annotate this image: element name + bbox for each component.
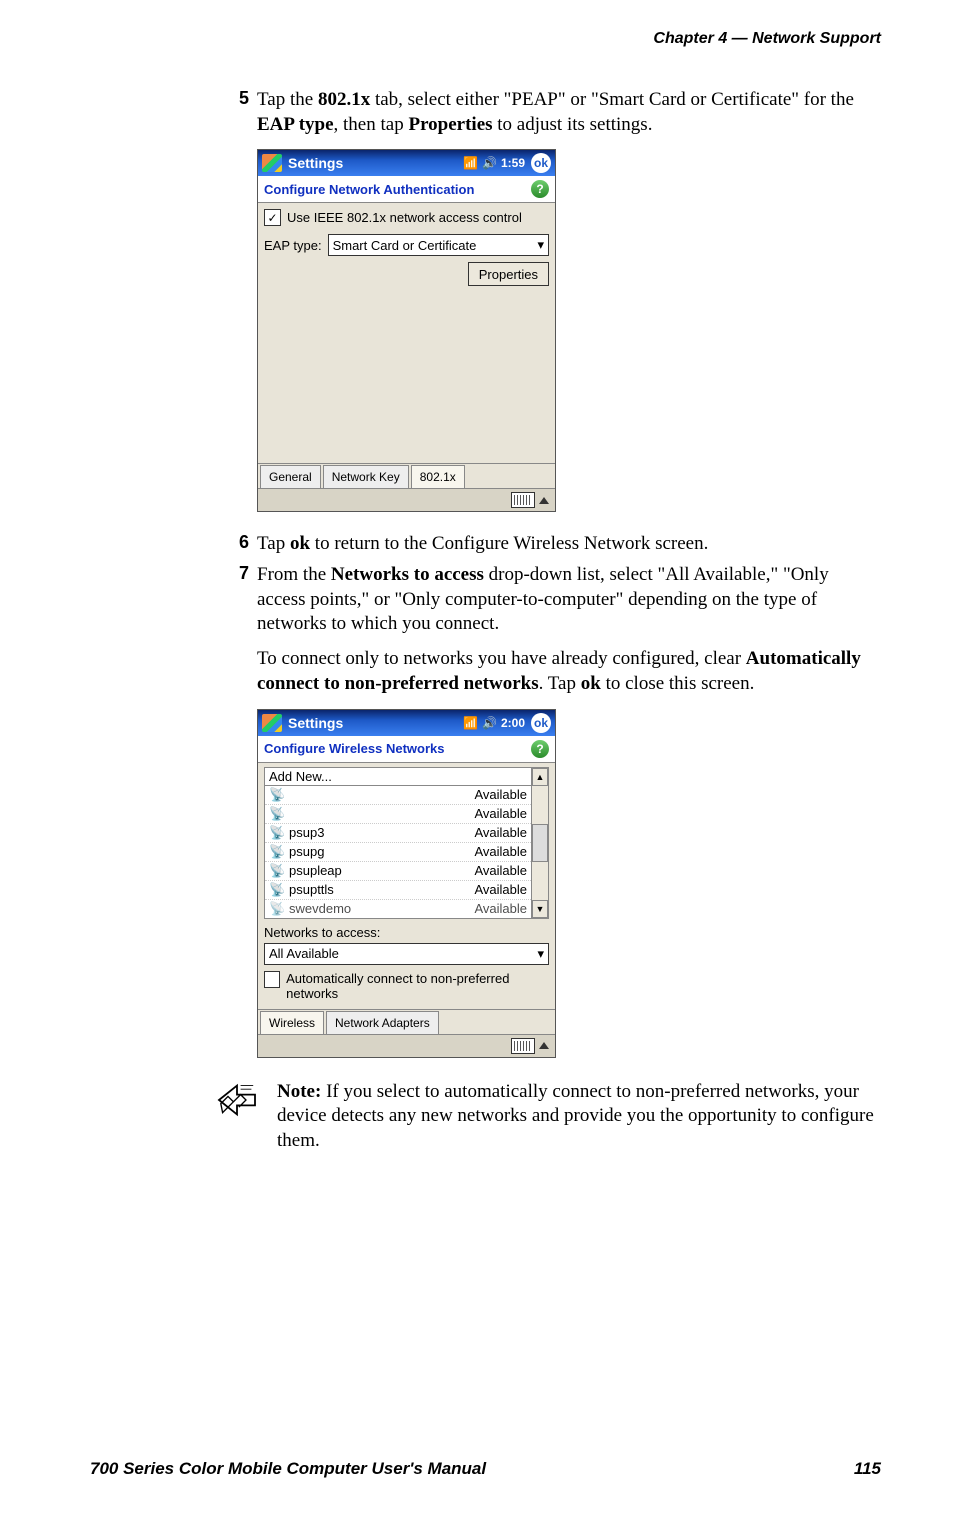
list-item[interactable]: 📡psupgAvailable: [265, 843, 531, 862]
help-icon[interactable]: ?: [531, 180, 549, 198]
scrollbar[interactable]: ▲ ▼: [531, 768, 548, 918]
help-icon[interactable]: ?: [531, 740, 549, 758]
speaker-icon: 🔊: [482, 716, 497, 730]
auto-connect-checkbox[interactable]: [264, 971, 280, 988]
antenna-icon: 📡: [269, 787, 281, 803]
auto-connect-row: Automatically connect to non-preferred n…: [264, 971, 549, 1001]
step-text: Tap ok to return to the Configure Wirele…: [257, 532, 708, 557]
eap-type-label: EAP type:: [264, 238, 322, 253]
tab-general[interactable]: General: [260, 465, 321, 488]
instruction-steps: 5 Tap the 802.1x tab, select either "PEA…: [225, 88, 881, 1058]
eap-type-select[interactable]: Smart Card or Certificate ▾: [328, 234, 549, 256]
networks-to-access-select[interactable]: All Available ▾: [264, 943, 549, 965]
keyboard-icon[interactable]: [511, 1038, 535, 1054]
antenna-icon: 📡: [269, 901, 281, 917]
antenna-icon: 📡: [269, 882, 281, 898]
ieee-checkbox-label: Use IEEE 802.1x network access control: [287, 210, 522, 225]
window-title: Settings: [288, 715, 457, 731]
antenna-icon: 📡: [269, 863, 281, 879]
tab-network-adapters[interactable]: Network Adapters: [326, 1011, 439, 1034]
status-icons: 📶 🔊 1:59: [463, 156, 525, 170]
page-number: 115: [854, 1459, 881, 1479]
networks-to-access-label: Networks to access:: [264, 925, 549, 940]
input-panel-bar: [258, 1034, 555, 1057]
ppc-window: Settings 📶 🔊 2:00 ok Configure Wireless …: [257, 709, 556, 1058]
step-text: Tap the 802.1x tab, select either "PEAP"…: [257, 88, 881, 137]
list-item[interactable]: 📡swevdemoAvailable: [265, 900, 531, 918]
ieee-checkbox[interactable]: ✓: [264, 209, 281, 226]
ieee-checkbox-row: ✓ Use IEEE 802.1x network access control: [264, 209, 549, 226]
scroll-thumb[interactable]: [532, 824, 548, 862]
list-item[interactable]: 📡Available: [265, 805, 531, 824]
step-text: From the Networks to access drop-down li…: [257, 563, 881, 696]
input-panel-bar: [258, 488, 555, 511]
step-number: 6: [225, 532, 257, 557]
clock: 1:59: [501, 156, 525, 170]
footer-title: 700 Series Color Mobile Computer User's …: [90, 1459, 486, 1479]
note-icon: [215, 1080, 259, 1154]
window-titlebar: Settings 📶 🔊 1:59 ok: [258, 150, 555, 176]
eap-type-row: EAP type: Smart Card or Certificate ▾: [264, 234, 549, 256]
ok-button[interactable]: ok: [531, 713, 551, 733]
bottom-tabs: General Network Key 802.1x: [258, 463, 555, 488]
tab-network-key[interactable]: Network Key: [323, 465, 409, 488]
antenna-icon: 📡: [269, 844, 281, 860]
chevron-down-icon: ▾: [537, 237, 544, 253]
window-title: Settings: [288, 155, 457, 171]
screenshot-802-1x: Settings 📶 🔊 1:59 ok Configure Network A…: [257, 149, 881, 512]
input-selector-icon[interactable]: [539, 497, 549, 504]
note: Note: If you select to automatically con…: [215, 1080, 881, 1154]
tab-wireless[interactable]: Wireless: [260, 1011, 324, 1034]
step-6: 6 Tap ok to return to the Configure Wire…: [225, 532, 881, 557]
screen-subtitle: Configure Wireless Networks ?: [258, 736, 555, 763]
list-item[interactable]: 📡psup3Available: [265, 824, 531, 843]
wireless-body: Add New... 📡Available 📡Available 📡psup3A…: [258, 763, 555, 1009]
list-item[interactable]: 📡Available: [265, 786, 531, 805]
chevron-down-icon: ▾: [537, 946, 544, 962]
properties-button[interactable]: Properties: [468, 262, 549, 286]
ppc-window: Settings 📶 🔊 1:59 ok Configure Network A…: [257, 149, 556, 512]
input-selector-icon[interactable]: [539, 1042, 549, 1049]
step-number: 5: [225, 88, 257, 137]
list-item[interactable]: 📡psupleapAvailable: [265, 862, 531, 881]
status-icons: 📶 🔊 2:00: [463, 716, 525, 730]
speaker-icon: 🔊: [482, 156, 497, 170]
network-list: Add New... 📡Available 📡Available 📡psup3A…: [264, 767, 549, 919]
signal-icon: 📶: [463, 716, 478, 730]
antenna-icon: 📡: [269, 806, 281, 822]
note-text: Note: If you select to automatically con…: [277, 1080, 881, 1154]
step-7-para2: To connect only to networks you have alr…: [257, 647, 881, 696]
manual-page: Chapter 4 — Network Support 5 Tap the 80…: [0, 0, 971, 1519]
settings-body: ✓ Use IEEE 802.1x network access control…: [258, 203, 555, 463]
page-footer: 700 Series Color Mobile Computer User's …: [90, 1459, 881, 1479]
scroll-down-icon[interactable]: ▼: [532, 900, 548, 918]
auto-connect-label: Automatically connect to non-preferred n…: [286, 971, 549, 1001]
start-flag-icon[interactable]: [262, 714, 282, 732]
keyboard-icon[interactable]: [511, 492, 535, 508]
running-header: Chapter 4 — Network Support: [90, 30, 881, 48]
window-titlebar: Settings 📶 🔊 2:00 ok: [258, 710, 555, 736]
screenshot-wireless-networks: Settings 📶 🔊 2:00 ok Configure Wireless …: [257, 709, 881, 1058]
screen-subtitle: Configure Network Authentication ?: [258, 176, 555, 203]
tab-802-1x[interactable]: 802.1x: [411, 465, 465, 488]
network-list-inner[interactable]: Add New... 📡Available 📡Available 📡psup3A…: [265, 768, 531, 918]
antenna-icon: 📡: [269, 825, 281, 841]
start-flag-icon[interactable]: [262, 154, 282, 172]
properties-row: Properties: [264, 262, 549, 286]
step-number: 7: [225, 563, 257, 696]
signal-icon: 📶: [463, 156, 478, 170]
ok-button[interactable]: ok: [531, 153, 551, 173]
scroll-up-icon[interactable]: ▲: [532, 768, 548, 786]
bottom-tabs: Wireless Network Adapters: [258, 1009, 555, 1034]
list-item[interactable]: 📡psupttlsAvailable: [265, 881, 531, 900]
clock: 2:00: [501, 716, 525, 730]
step-7: 7 From the Networks to access drop-down …: [225, 563, 881, 696]
step-5: 5 Tap the 802.1x tab, select either "PEA…: [225, 88, 881, 137]
add-new-row[interactable]: Add New...: [265, 768, 531, 786]
